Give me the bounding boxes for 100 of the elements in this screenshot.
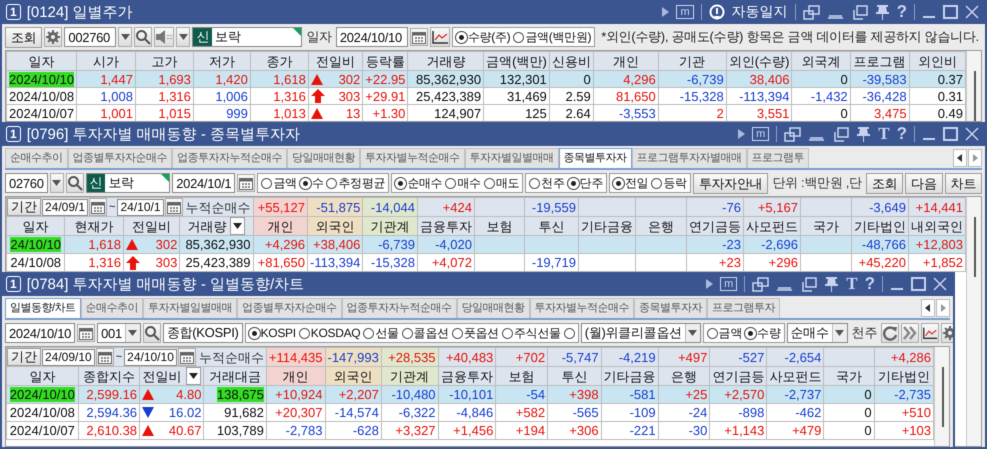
table-row[interactable]: 2024/10/10 2,599.16 4.80 138,675 +10,924 +2,207 -10,480 -10,101 -54 +398 -581 +25 +2,570 -2,737 0 -2,735 [6,386,934,404]
radio-option[interactable]: 풋옵션 [452,324,499,342]
column-header[interactable]: 전일비 [123,216,180,236]
column-header[interactable]: 금액(백만) [484,52,550,70]
dropdown-field[interactable]: 순매수 [786,323,848,343]
column-header[interactable]: 종가 [250,52,308,70]
radio-option[interactable]: 수량 [745,324,781,342]
table-row[interactable]: 2024/10/10 1,447 1,693 1,420 1,618 302 +22.95 85,362,930 132,301 0 4,296 -6,739 38,406 0 -39,583 0.37 [6,70,966,88]
column-header[interactable]: 프로그램 [850,52,910,70]
table-row[interactable]: 24/10/10 1,618 302 85,362,930 +4,296 +38,406 -6,739 -4,020 -23 -2,696 -48,766 +12,803 [6,236,966,254]
memo-button[interactable]: m [676,5,694,19]
radio-option[interactable]: 선물 [363,324,399,342]
radio-option[interactable]: 전일 [613,174,648,192]
help-button[interactable]: ? [864,275,875,293]
help-button[interactable]: ? [896,125,907,143]
radio-option[interactable]: 등락 [651,174,687,192]
memo-button[interactable]: m [720,277,738,291]
button[interactable]: 차트 [944,172,982,194]
radio-option[interactable]: 매도 [484,174,520,192]
dropdown-field[interactable]: 001 [97,323,141,343]
radio-option[interactable]: KOSDAQ [298,326,360,340]
column-header[interactable]: 사모펀드 [766,366,824,386]
column-header[interactable]: 기관 [658,52,726,70]
column-header[interactable]: 일자 [6,366,78,386]
date-field[interactable]: 2024/10/10 [336,27,408,47]
column-header[interactable]: 개인 [593,52,658,70]
column-header[interactable]: 개인 [266,366,325,386]
radio-option[interactable]: KOSPI [248,326,296,340]
radio-option[interactable]: 수 [300,174,324,192]
column-header[interactable]: 은행 [658,366,710,386]
column-header[interactable]: 은행 [635,216,686,236]
column-header[interactable]: 외국인 [325,366,382,386]
tab[interactable]: 투자자별누적순매수 [530,298,634,318]
column-header[interactable]: 거래량 [408,52,484,70]
radio-option[interactable]: 추정평균 [326,174,386,192]
table-row[interactable]: 24/10/08 1,316 303 25,423,389 +81,650 -113,394 -15,328 +4,072 -19,719 +23 +296 +45,220 +1,852 [6,254,966,272]
date-field[interactable]: 24/09/10 [42,348,95,366]
column-header[interactable]: 기타금융 [601,366,658,386]
column-header[interactable]: 국가 [824,366,874,386]
column-header[interactable]: 개인 [253,216,308,236]
period-button[interactable]: 기간 [8,198,41,216]
tab[interactable]: 업종별투자자순매수 [68,148,172,168]
column-header[interactable]: 전일비 [308,52,363,70]
stock-name-field[interactable]: 신 보락 [192,27,302,47]
date-field[interactable]: 24/09/1 [42,198,88,216]
tab[interactable]: 당일매매현황 [456,298,530,318]
radio-option[interactable]: 금액 [706,324,742,342]
dropdown-field[interactable]: (월)위클리콜옵션 [580,323,701,343]
stock-code-field[interactable]: 02760 [5,173,48,193]
column-header[interactable]: 외인비 [909,52,966,70]
tab[interactable]: 종목별투자자 [558,148,632,168]
radio-option[interactable]: 매수 [445,174,481,192]
column-header[interactable]: 기타법인 [851,216,908,236]
column-header[interactable]: 저가 [193,52,250,70]
table-row[interactable]: 2024/10/08 2,594.36 16.02 91,682 +20,307 -14,574 -6,322 -4,846 +582 -565 -109 -24 -898 -462 0 +510 [6,404,934,422]
column-header[interactable]: 외국인 [308,216,363,236]
tab[interactable]: 업종별투자자순매수 [237,298,342,318]
tab[interactable]: 프로그램투 [746,148,809,168]
column-header[interactable]: 기관계 [362,216,418,236]
column-header[interactable]: 고가 [135,52,194,70]
column-header[interactable]: 사모펀드 [743,216,800,236]
tab[interactable]: 프로그램투자자별매매 [632,148,746,168]
tab[interactable]: 업종투자자누적순매수 [172,148,287,168]
radio-option[interactable]: 주식선물 [502,324,561,342]
column-header[interactable]: 등락률 [362,52,408,70]
column-header[interactable]: 투신 [524,216,578,236]
column-header[interactable]: 보험 [496,366,548,386]
column-header[interactable]: 금융투자 [438,366,496,386]
column-header[interactable]: 연기금등 [710,366,767,386]
column-header[interactable]: 일자 [6,216,65,236]
column-header[interactable]: 일자 [6,52,77,70]
date-field[interactable]: 2024/10/1 [172,173,236,193]
column-header[interactable]: 시가 [76,52,136,70]
tab[interactable]: 업종투자자누적순매수 [342,298,457,318]
tab[interactable]: 투자자별일별매매 [143,298,238,318]
column-header[interactable]: 외국계 [792,52,850,70]
date-field[interactable]: 24/10/1 [117,198,164,216]
tab[interactable]: 종목별투자자 [634,298,708,318]
column-header[interactable]: 종합지수 [78,366,140,386]
autolog-button[interactable]: 자동일지 [732,3,788,21]
button[interactable]: 다음 [905,172,943,194]
column-header[interactable]: 외인(수량) [726,52,792,70]
column-header[interactable]: 연기금등 [686,216,744,236]
tab[interactable]: 투자자별일별매매 [464,148,558,168]
font-button[interactable]: T [846,275,858,293]
table-row[interactable]: 2024/10/07 2,610.38 40.67 103,789 -2,783 -628 +3,327 +1,456 +194 +306 -221 -30 +1,143 +479 0 +103 [6,422,934,440]
column-header[interactable]: 금융투자 [417,216,474,236]
radio-option[interactable]: 단주 [568,174,603,192]
radio-option[interactable]: 금액(백만원) [513,28,592,46]
table-row[interactable]: 2024/10/07 1,001 1,015 999 1,013 13 +1.30 124,907 125 2.64 -3,553 2 3,551 0 3,475 0.49 [6,104,966,121]
tab[interactable]: 당일매매현황 [287,148,360,168]
period-button[interactable]: 기간 [8,348,41,366]
tab[interactable]: 프로그램투자 [707,298,780,318]
button[interactable]: 투자자안내 [692,172,768,194]
stock-code-field[interactable]: 002760 [64,27,116,47]
memo-button[interactable]: m [752,127,770,141]
button[interactable]: 조회 [866,172,904,194]
tab[interactable]: 순매수추이 [80,298,144,318]
column-header[interactable]: 현재가 [64,216,124,236]
date-field[interactable]: 2024/10/10 [5,323,76,343]
